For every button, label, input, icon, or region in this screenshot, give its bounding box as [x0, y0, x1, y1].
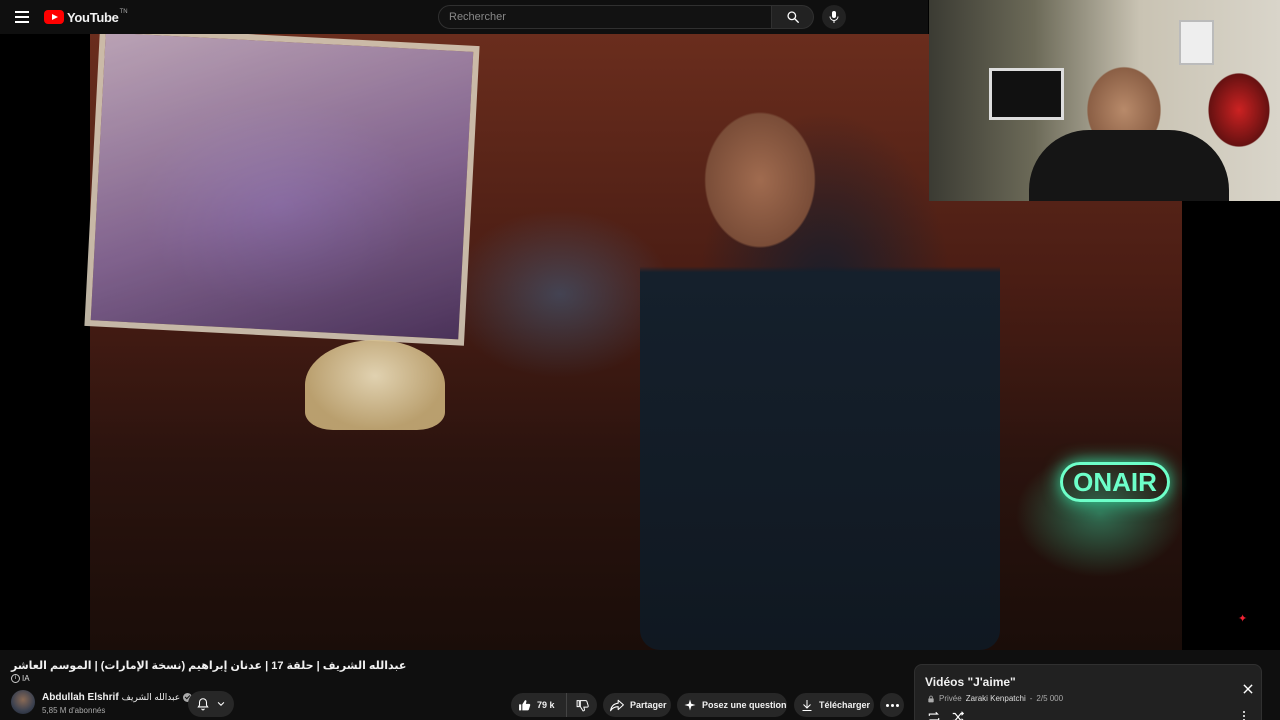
more-dot-icon — [890, 703, 894, 707]
microphone-icon — [829, 11, 839, 23]
playlist-privacy: Privée — [939, 694, 962, 703]
channel-name-arabic[interactable]: عبدالله الشريف — [122, 692, 180, 703]
thumbs-down-icon — [576, 699, 589, 711]
like-count: 79 k — [537, 700, 555, 710]
hamburger-icon — [15, 16, 29, 18]
search-box — [438, 5, 814, 29]
dislike-button[interactable] — [567, 693, 597, 717]
neon-sign: ONAIR — [1060, 462, 1170, 502]
download-icon — [802, 699, 812, 711]
loop-icon — [928, 711, 940, 720]
like-button[interactable]: 79 k — [511, 693, 567, 717]
more-actions-button[interactable] — [880, 693, 904, 717]
playlist-position: 2/5 000 — [1036, 694, 1064, 703]
playlist-menu-button[interactable] — [1243, 711, 1245, 720]
search-button[interactable] — [772, 5, 814, 29]
search-input[interactable] — [438, 5, 772, 29]
bell-icon — [197, 698, 209, 711]
sparkle-icon — [684, 699, 696, 711]
shuffle-button[interactable] — [951, 710, 965, 720]
ai-badge[interactable]: i IA — [11, 674, 30, 683]
webcam-picture-frame — [989, 68, 1064, 120]
channel-name-latin[interactable]: Abdullah Elshrif — [42, 692, 119, 703]
lock-icon — [928, 695, 934, 702]
notification-button[interactable] — [188, 691, 234, 717]
share-label: Partager — [630, 700, 667, 710]
menu-dot-icon — [1243, 715, 1245, 717]
menu-button[interactable] — [0, 0, 44, 34]
webcam-poster — [1179, 20, 1214, 65]
more-dot-icon — [885, 703, 889, 707]
playlist-title[interactable]: Vidéos "J'aime" — [925, 675, 1016, 689]
logo-region: TN — [119, 9, 128, 15]
webcam-streamer — [1029, 130, 1229, 201]
playlist-meta: Privée Zaraki Kenpatchi - 2/5 000 — [927, 694, 1063, 703]
webcam-overlay — [929, 0, 1280, 201]
download-label: Télécharger — [819, 700, 871, 710]
voice-search-button[interactable] — [822, 5, 846, 29]
video-title: عبدالله الشريف | حلقة 17 | عدنان إبراهيم… — [11, 660, 407, 672]
share-button[interactable]: Partager — [603, 693, 671, 717]
playlist-panel: Vidéos "J'aime" Privée Zaraki Kenpatchi … — [914, 664, 1262, 720]
loop-button[interactable] — [927, 710, 941, 720]
download-button[interactable]: Télécharger — [794, 693, 874, 717]
video-poster-scene — [84, 26, 480, 346]
search-icon — [786, 11, 799, 23]
playlist-separator: - — [1029, 694, 1033, 703]
channel-avatar[interactable] — [11, 690, 35, 714]
channel-name[interactable]: Abdullah Elshrif عبدالله الشريف — [42, 692, 193, 703]
playlist-owner[interactable]: Zaraki Kenpatchi — [966, 694, 1026, 703]
shuffle-icon — [952, 711, 965, 720]
channel-watermark-icon[interactable]: ✦ — [1238, 612, 1266, 634]
like-dislike-group: 79 k — [511, 693, 597, 717]
ask-question-button[interactable]: Posez une question — [677, 693, 787, 717]
subscriber-count: 5,85 M d'abonnés — [42, 706, 106, 715]
ai-badge-label: IA — [22, 674, 30, 683]
close-playlist-button[interactable] — [1241, 682, 1255, 696]
youtube-logo[interactable]: YouTube TN — [44, 0, 128, 34]
masthead: YouTube TN — [0, 0, 928, 34]
ask-question-label: Posez une question — [702, 700, 787, 710]
menu-dot-icon — [1243, 711, 1245, 713]
share-icon — [610, 699, 624, 711]
close-icon — [1243, 684, 1253, 694]
youtube-play-icon — [44, 10, 64, 24]
chevron-down-icon — [217, 701, 225, 706]
more-dot-icon — [895, 703, 899, 707]
page: ONAIR ✦ YouTube TN عبدالله الشريف | حلقة… — [0, 0, 1280, 720]
logo-text: YouTube — [67, 9, 119, 25]
info-icon: i — [11, 674, 20, 683]
video-lamp-scene — [305, 340, 445, 430]
thumbs-up-icon — [519, 699, 531, 710]
